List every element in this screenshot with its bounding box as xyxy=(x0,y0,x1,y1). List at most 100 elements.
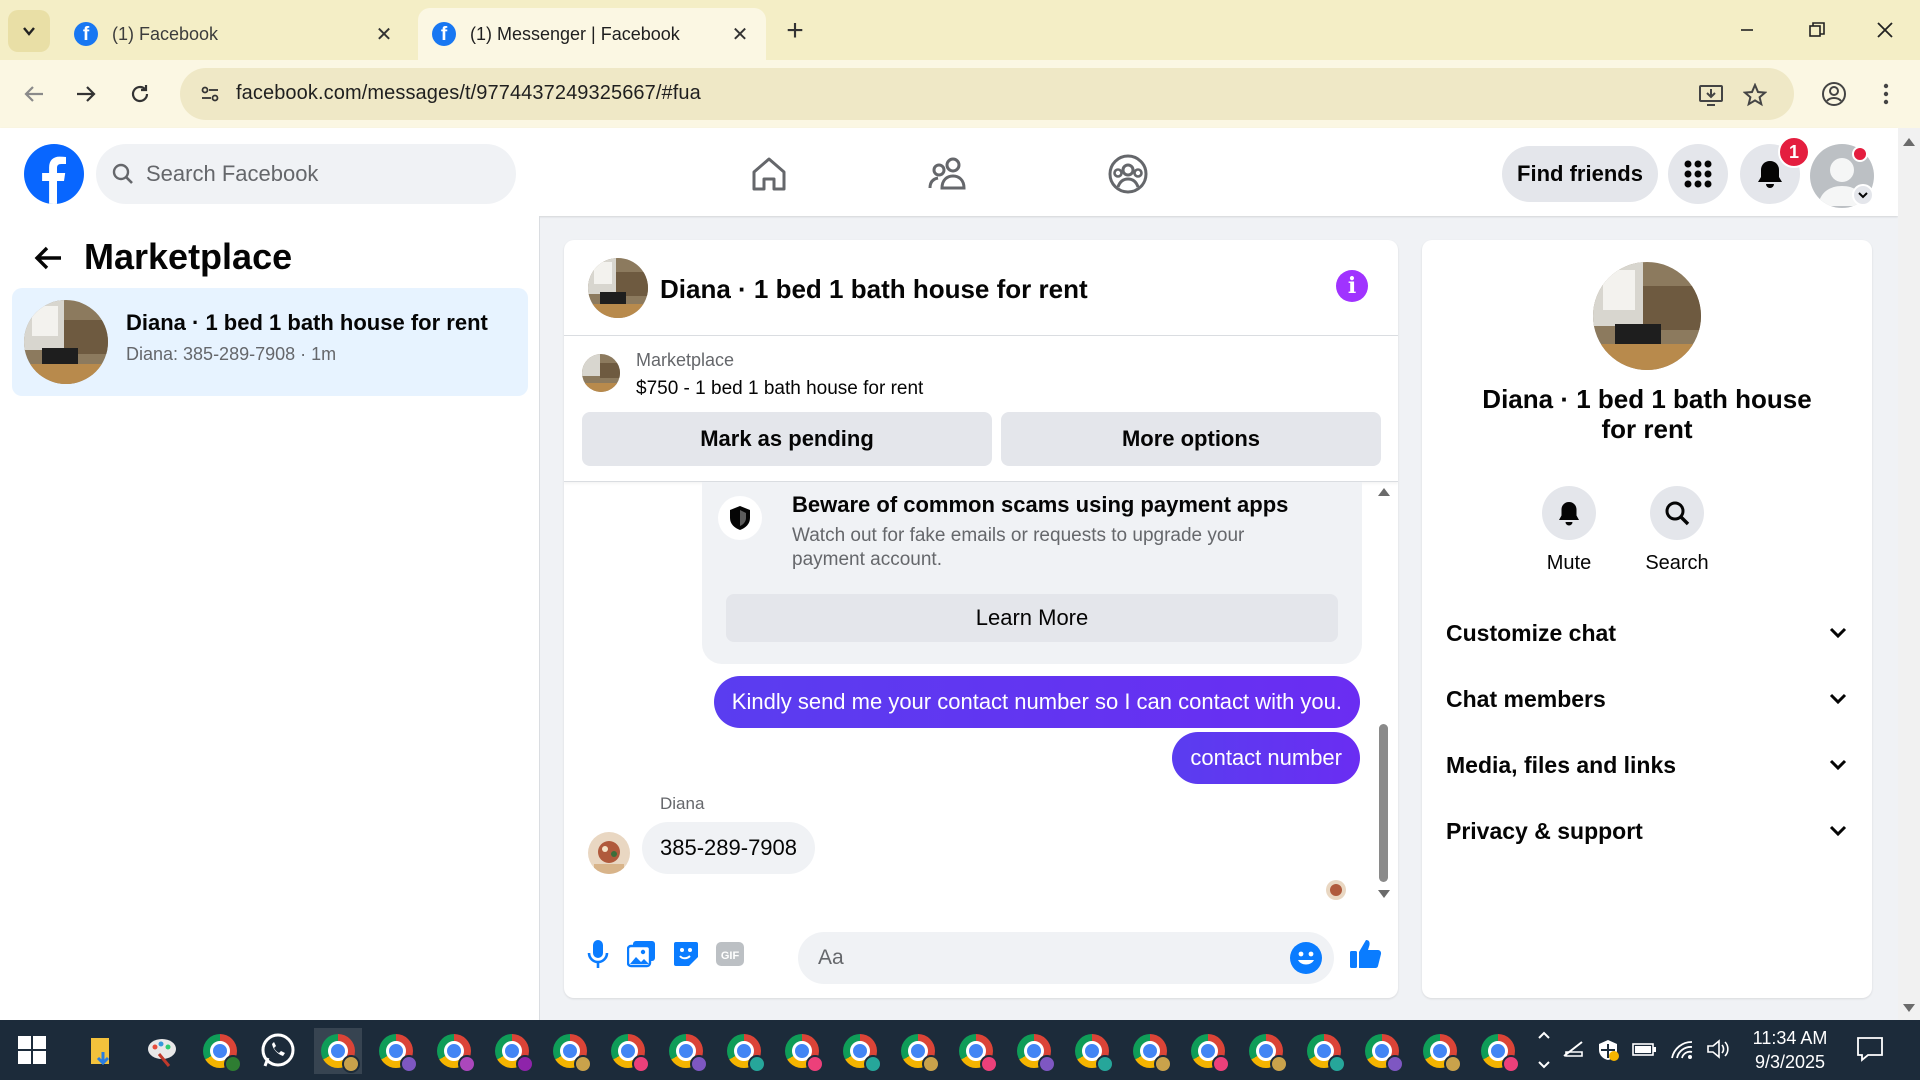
listing-price-title[interactable]: $750 - 1 bed 1 bath house for rent xyxy=(636,378,923,400)
privacy-support-section[interactable]: Privacy & support xyxy=(1446,806,1848,856)
close-tab-icon[interactable]: ✕ xyxy=(728,22,752,46)
scrollbar-thumb[interactable] xyxy=(1379,724,1388,882)
chat-avatar[interactable] xyxy=(588,258,648,318)
scroll-down-arrow[interactable] xyxy=(1378,890,1390,898)
attach-photo-button[interactable] xyxy=(622,934,662,974)
taskbar-file-explorer[interactable] xyxy=(80,1028,128,1074)
facebook-search-input[interactable]: Search Facebook xyxy=(96,144,516,204)
taskbar-chrome[interactable] xyxy=(1010,1028,1058,1074)
taskbar-whatsapp[interactable] xyxy=(254,1028,302,1074)
reload-button[interactable] xyxy=(120,74,160,114)
taskbar-chrome[interactable] xyxy=(1242,1028,1290,1074)
install-app-icon[interactable] xyxy=(1696,80,1726,110)
close-tab-icon[interactable]: ✕ xyxy=(372,22,396,46)
like-send-button[interactable] xyxy=(1346,934,1386,974)
start-button[interactable] xyxy=(16,1034,48,1066)
taskbar-chrome[interactable] xyxy=(604,1028,652,1074)
taskbar-chrome[interactable] xyxy=(720,1028,768,1074)
forward-button[interactable] xyxy=(66,74,106,114)
facebook-logo[interactable] xyxy=(24,144,84,204)
taskbar-chrome[interactable] xyxy=(894,1028,942,1074)
taskbar-chrome[interactable] xyxy=(778,1028,826,1074)
site-info-icon[interactable] xyxy=(194,78,226,110)
security-shield-icon[interactable] xyxy=(1596,1038,1620,1062)
scroll-down-arrow[interactable] xyxy=(1903,1004,1915,1012)
mark-as-pending-button[interactable]: Mark as pending xyxy=(582,412,992,466)
chat-title[interactable]: Diana · 1 bed 1 bath house for rent xyxy=(660,274,1088,305)
back-button[interactable] xyxy=(14,74,54,114)
taskbar-chrome[interactable] xyxy=(1126,1028,1174,1074)
taskbar-chrome[interactable] xyxy=(1358,1028,1406,1074)
info-avatar[interactable] xyxy=(1593,262,1701,370)
system-clock[interactable]: 11:34 AM 9/3/2025 xyxy=(1742,1026,1838,1074)
menu-button[interactable] xyxy=(1668,144,1728,204)
account-menu-chevron[interactable] xyxy=(1852,184,1874,206)
back-to-chats-button[interactable] xyxy=(26,236,70,280)
taskbar-chrome[interactable] xyxy=(1184,1028,1232,1074)
sender-avatar[interactable] xyxy=(588,832,630,874)
marketplace-listing-bar: Marketplace $750 - 1 bed 1 bath house fo… xyxy=(564,336,1398,482)
notification-count-badge: 1 xyxy=(1778,136,1810,168)
taskbar-chrome[interactable] xyxy=(1474,1028,1522,1074)
nav-friends[interactable] xyxy=(920,146,976,202)
taskbar-chrome[interactable] xyxy=(662,1028,710,1074)
new-tab-button[interactable]: + xyxy=(778,14,812,48)
taskbar-chrome[interactable] xyxy=(1300,1028,1348,1074)
sticker-button[interactable] xyxy=(666,934,706,974)
find-friends-button[interactable]: Find friends xyxy=(1502,146,1658,202)
nav-home[interactable] xyxy=(741,146,797,202)
network-offline-icon[interactable] xyxy=(1562,1038,1586,1060)
taskbar-chrome-profile[interactable] xyxy=(196,1028,244,1074)
listing-thumbnail[interactable] xyxy=(582,354,620,392)
action-center-button[interactable] xyxy=(1856,1036,1884,1062)
customize-chat-section[interactable]: Customize chat xyxy=(1446,608,1848,658)
scroll-up-arrow[interactable] xyxy=(1378,488,1390,496)
outgoing-message[interactable]: contact number xyxy=(1172,732,1360,784)
close-window-button[interactable] xyxy=(1860,10,1910,50)
scroll-up-arrow[interactable] xyxy=(1903,138,1915,146)
taskbar-chrome[interactable] xyxy=(488,1028,536,1074)
gif-button[interactable]: GIF xyxy=(710,934,750,974)
outgoing-message[interactable]: Kindly send me your contact number so I … xyxy=(713,676,1360,728)
voice-clip-button[interactable] xyxy=(578,934,618,974)
browser-menu-button[interactable] xyxy=(1866,74,1906,114)
conversation-item[interactable]: Diana · 1 bed 1 bath house for rent Dian… xyxy=(12,288,528,396)
info-icon: i xyxy=(1347,273,1357,299)
page-scrollbar[interactable] xyxy=(1898,128,1920,1020)
search-action[interactable]: Search xyxy=(1632,486,1722,575)
chrome-icon xyxy=(1249,1034,1288,1073)
message-input[interactable]: Aa xyxy=(798,932,1334,984)
tray-overflow-button[interactable] xyxy=(1536,1026,1552,1074)
taskbar-chrome[interactable] xyxy=(1416,1028,1464,1074)
address-bar[interactable]: facebook.com/messages/t/9774437249325667… xyxy=(180,68,1794,120)
more-options-button[interactable]: More options xyxy=(1001,412,1381,466)
incoming-message[interactable]: 385-289-7908 xyxy=(642,822,816,874)
chat-members-section[interactable]: Chat members xyxy=(1446,674,1848,724)
profile-button[interactable] xyxy=(1814,74,1854,114)
chrome-icon xyxy=(203,1034,242,1073)
nav-groups[interactable] xyxy=(1100,146,1156,202)
conversation-info-button[interactable]: i xyxy=(1336,270,1368,302)
restore-button[interactable] xyxy=(1792,10,1842,50)
minimize-button[interactable] xyxy=(1722,10,1772,50)
tab-messenger[interactable]: f (1) Messenger | Facebook ✕ xyxy=(418,8,766,60)
taskbar-chrome-active[interactable] xyxy=(314,1028,362,1074)
wifi-icon[interactable] xyxy=(1670,1038,1696,1060)
taskbar-chrome[interactable] xyxy=(952,1028,1000,1074)
volume-icon[interactable] xyxy=(1706,1038,1732,1060)
battery-icon[interactable] xyxy=(1632,1038,1658,1060)
taskbar-chrome[interactable] xyxy=(836,1028,884,1074)
bookmark-star-icon[interactable] xyxy=(1740,80,1770,110)
taskbar-chrome[interactable] xyxy=(1068,1028,1116,1074)
media-files-links-section[interactable]: Media, files and links xyxy=(1446,740,1848,790)
emoji-button[interactable] xyxy=(1290,942,1322,974)
tab-facebook[interactable]: f (1) Facebook ✕ xyxy=(60,8,410,60)
taskbar-paint[interactable] xyxy=(138,1028,186,1074)
taskbar-chrome[interactable] xyxy=(546,1028,594,1074)
message-scrollbar[interactable] xyxy=(1374,482,1392,906)
tab-search-button[interactable] xyxy=(8,10,50,52)
mute-action[interactable]: Mute xyxy=(1524,486,1614,575)
learn-more-button[interactable]: Learn More xyxy=(726,594,1338,642)
taskbar-chrome[interactable] xyxy=(430,1028,478,1074)
taskbar-chrome[interactable] xyxy=(372,1028,420,1074)
